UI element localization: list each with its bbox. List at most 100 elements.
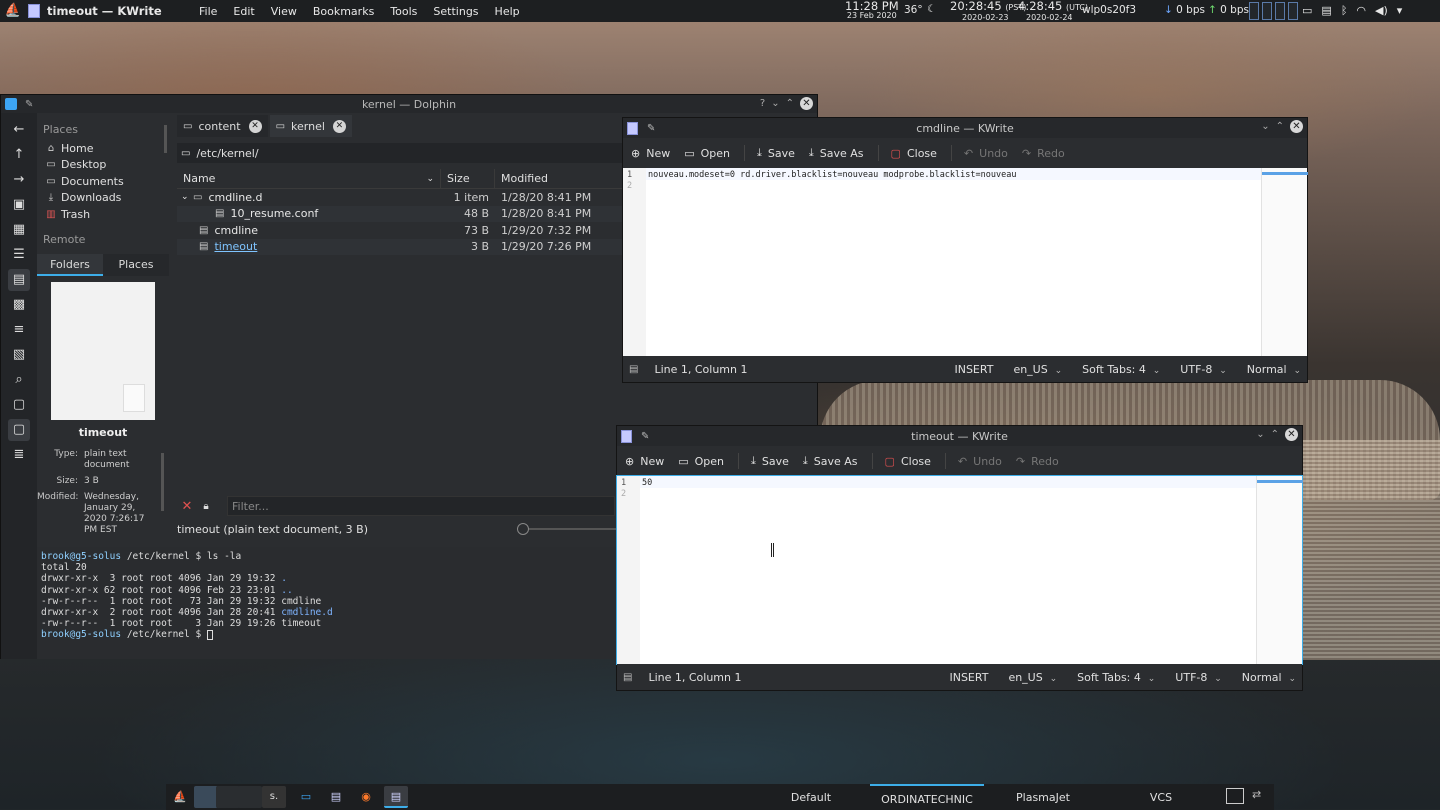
activity-default[interactable]: Default	[780, 784, 842, 810]
lock-icon[interactable]: 🔒︎	[197, 501, 215, 512]
tab-kernel[interactable]: ▭ kernel ✕	[269, 115, 352, 137]
input-mode[interactable]: INSERT	[949, 671, 988, 684]
pager-desktop-1[interactable]	[194, 786, 218, 808]
text-editor[interactable]: 12 50	[616, 475, 1303, 665]
close-button[interactable]: ▢ Close	[891, 147, 937, 160]
zoom-slider-handle[interactable]	[517, 523, 529, 535]
minimap-viewport[interactable]	[1262, 172, 1308, 175]
menu-help[interactable]: Help	[495, 5, 520, 18]
pin-icon[interactable]: ✎	[25, 99, 33, 110]
minimize-icon[interactable]: ⌄	[1256, 429, 1264, 440]
pager-desktop-3[interactable]	[238, 786, 262, 808]
close-tab-icon[interactable]: ✕	[332, 119, 346, 133]
info-scrollbar[interactable]	[161, 453, 164, 511]
cpu-graph[interactable]	[1249, 2, 1259, 20]
menu-edit[interactable]: Edit	[233, 5, 254, 18]
search-icon[interactable]: ⌕	[8, 369, 30, 391]
pin-icon[interactable]: ✎	[641, 431, 649, 442]
encoding-selector[interactable]: UTF-8	[1180, 363, 1226, 376]
menu-file[interactable]: File	[199, 5, 217, 18]
close-button[interactable]: ▢ Close	[885, 455, 931, 468]
mode-selector[interactable]: Normal	[1247, 363, 1301, 376]
pin-icon[interactable]: ✎	[647, 123, 655, 134]
maximize-icon[interactable]: ⌃	[1276, 121, 1284, 132]
zoom-slider[interactable]	[517, 523, 617, 535]
forward-icon[interactable]: →	[8, 169, 30, 191]
close-tab-icon[interactable]: ✕	[248, 119, 262, 133]
input-mode[interactable]: INSERT	[954, 363, 993, 376]
kwrite-active-task-icon[interactable]: ▤	[384, 786, 408, 808]
new-button[interactable]: ⊕ New	[625, 455, 664, 468]
show-desktop-icon[interactable]	[1226, 788, 1244, 804]
save-as-button[interactable]: ⤓ Save As	[803, 454, 858, 468]
kwrite-app-icon[interactable]	[621, 429, 632, 443]
activity-plasmajet[interactable]: PlasmaJet	[1010, 784, 1076, 810]
help-icon[interactable]: ?	[760, 98, 765, 109]
temperature[interactable]: 36°	[904, 4, 923, 16]
editor-content[interactable]: nouveau.modeset=0 rd.driver.blacklist=no…	[648, 170, 1016, 181]
column-size[interactable]: Size	[441, 169, 495, 188]
close-icon[interactable]: ✕	[1285, 428, 1298, 441]
open-button[interactable]: ▭ Open	[684, 147, 730, 160]
close-filter-icon[interactable]: ✕	[177, 499, 197, 514]
back-icon[interactable]: ←	[8, 119, 30, 141]
chevron-down-icon[interactable]: ⌄	[181, 192, 193, 202]
indentation-selector[interactable]: Soft Tabs: 4	[1077, 671, 1155, 684]
places-scrollbar[interactable]	[164, 125, 167, 153]
text-editor[interactable]: 12 nouveau.modeset=0 rd.driver.blacklist…	[623, 168, 1308, 356]
new-button[interactable]: ⊕ New	[631, 147, 670, 160]
menu-icon[interactable]: ≣	[8, 444, 30, 466]
cursor-position[interactable]: Line 1, Column 1	[654, 363, 747, 376]
open-button[interactable]: ▭ Open	[678, 455, 724, 468]
places-item-documents[interactable]: ▭ Documents	[37, 173, 169, 190]
details-view-icon[interactable]: ▤	[8, 269, 30, 291]
save-as-button[interactable]: ⤓ Save As	[809, 146, 864, 160]
solus-logo-icon[interactable]: ⛵	[4, 2, 22, 20]
disk-graph[interactable]	[1288, 2, 1298, 20]
menu-bookmarks[interactable]: Bookmarks	[313, 5, 374, 18]
places-item-downloads[interactable]: ⤓ Downloads	[37, 190, 169, 207]
dolphin-task-icon[interactable]: ▭	[294, 786, 318, 808]
clipboard-icon[interactable]: ▤	[1321, 4, 1331, 17]
panel-settings-icon[interactable]: ⇄	[1252, 788, 1261, 801]
editor-content[interactable]: 50	[642, 478, 652, 489]
compact-view-icon[interactable]: ☰	[8, 244, 30, 266]
sort-icon[interactable]: ≡	[8, 319, 30, 341]
undo-button[interactable]: ↶ Undo	[964, 147, 1008, 160]
close-icon[interactable]: ✕	[800, 97, 813, 110]
tab-folders[interactable]: Folders	[37, 253, 103, 276]
kwrite-app-icon[interactable]	[627, 121, 638, 135]
language-selector[interactable]: en_US	[1013, 363, 1062, 376]
close-icon[interactable]: ✕	[1290, 120, 1303, 133]
activity-vcs[interactable]: VCS	[1144, 784, 1178, 810]
preview-icon[interactable]: ▧	[8, 344, 30, 366]
network-interface[interactable]: wlp0s20f3	[1082, 4, 1136, 16]
indentation-selector[interactable]: Soft Tabs: 4	[1082, 363, 1160, 376]
maximize-icon[interactable]: ⌃	[786, 98, 794, 109]
mode-selector[interactable]: Normal	[1242, 671, 1296, 684]
filter-input[interactable]: Filter...	[227, 496, 615, 516]
save-button[interactable]: ⤓ Save	[757, 146, 795, 160]
save-button[interactable]: ⤓ Save	[751, 454, 789, 468]
dolphin-app-icon[interactable]	[5, 98, 17, 110]
activity-ordinatechnic[interactable]: ORDINATECHNIC	[870, 784, 984, 810]
maximize-icon[interactable]: ⌃	[1271, 429, 1279, 440]
language-selector[interactable]: en_US	[1008, 671, 1057, 684]
tray-expand-icon[interactable]: ▾	[1397, 4, 1403, 17]
places-item-trash[interactable]: ▥ Trash	[37, 206, 169, 223]
cursor-position[interactable]: Line 1, Column 1	[648, 671, 741, 684]
terminal-panel-icon[interactable]: ▢	[8, 419, 30, 441]
utc-clock[interactable]: 4:28:45 (UTC) 2020-02-24	[1018, 0, 1088, 23]
location-bar[interactable]: ▭/etc/kernel/	[177, 143, 623, 163]
minimize-icon[interactable]: ⌄	[1261, 121, 1269, 132]
display-icon[interactable]: ▭	[1302, 4, 1312, 17]
tab-places[interactable]: Places	[103, 253, 169, 276]
tab-content[interactable]: ▭ content ✕	[177, 115, 268, 137]
dolphin-titlebar[interactable]: ✎ kernel — Dolphin ? ⌄ ⌃ ✕	[1, 95, 817, 113]
menu-tools[interactable]: Tools	[390, 5, 417, 18]
local-clock[interactable]: 11:28 PM 23 Feb 2020	[845, 0, 899, 21]
kwrite-timeout-titlebar[interactable]: ✎ timeout — KWrite ⌄ ⌃ ✕	[617, 426, 1302, 446]
volume-icon[interactable]: ◀)	[1375, 4, 1388, 17]
minimap[interactable]	[1261, 168, 1308, 356]
firefox-task-icon[interactable]: ◉	[354, 786, 378, 808]
